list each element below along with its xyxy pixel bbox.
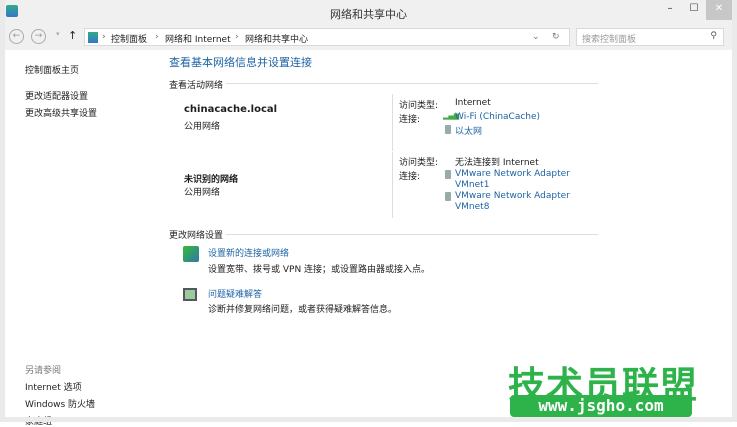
window-frame: [0, 0, 737, 422]
